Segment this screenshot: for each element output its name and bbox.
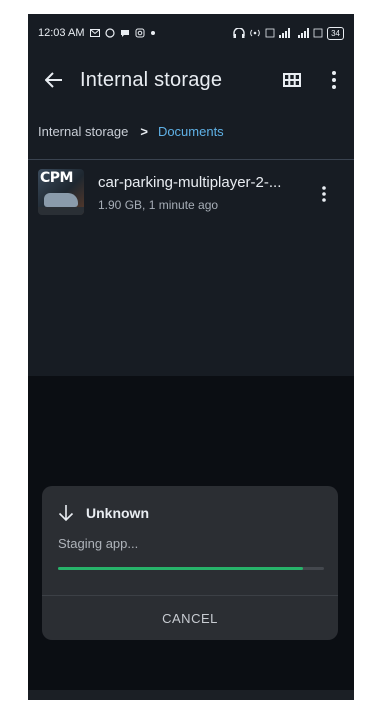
download-arrow-icon [58, 505, 74, 522]
whatsapp-icon [105, 28, 116, 38]
chat-icon [121, 30, 130, 37]
system-icons: 34 [233, 26, 344, 40]
header-divider [28, 159, 354, 160]
file-list-item[interactable]: CPM car-parking-multiplayer-2-... 1.90 G… [28, 166, 354, 222]
dialog-header: Unknown [58, 504, 149, 522]
grid-view-button[interactable] [274, 62, 310, 98]
signal-icon [279, 28, 291, 38]
hotspot-icon [250, 29, 260, 37]
more-options-button[interactable] [320, 62, 348, 98]
volte-icon [265, 28, 275, 38]
file-name: car-parking-multiplayer-2-... [98, 174, 282, 191]
file-thumbnail: CPM [38, 169, 84, 215]
thumbnail-car [44, 193, 78, 207]
headphones-icon [233, 28, 245, 38]
navigation-bar [28, 690, 354, 700]
app-bar: Internal storage [28, 58, 354, 102]
dialog-status: Staging app... [58, 536, 139, 551]
phone-screen: 12:03 AM 34 Internal storage Internal st… [28, 14, 354, 700]
thumbnail-logo-text: CPM [40, 170, 73, 186]
mail-icon [90, 29, 101, 37]
thumbnail-road [38, 207, 84, 215]
file-more-button[interactable] [310, 180, 338, 208]
cancel-button[interactable]: CANCEL [42, 596, 338, 640]
breadcrumb: Internal storage > Documents [38, 124, 224, 139]
more-vert-icon [322, 186, 326, 202]
status-time: 12:03 AM [38, 27, 85, 39]
breadcrumb-separator: > [140, 124, 148, 139]
file-meta: 1.90 GB, 1 minute ago [98, 198, 219, 212]
dialog-title: Unknown [86, 505, 149, 521]
instagram-icon [135, 28, 145, 38]
4g-signal-icon [298, 28, 310, 38]
notification-icons [90, 28, 156, 38]
grid-view-icon [283, 73, 301, 87]
breadcrumb-internal-storage[interactable]: Internal storage [38, 124, 128, 139]
progress-bar [58, 567, 324, 570]
install-dialog: Unknown Staging app... CANCEL [42, 486, 338, 640]
status-bar: 12:03 AM 34 [28, 14, 354, 52]
page-title: Internal storage [80, 68, 223, 91]
progress-fill [58, 567, 303, 570]
breadcrumb-documents[interactable]: Documents [158, 124, 224, 139]
arrow-left-icon [45, 72, 62, 88]
file-browser-panel: 12:03 AM 34 Internal storage Internal st… [28, 14, 354, 376]
more-vert-icon [332, 71, 336, 89]
speed-icon [313, 28, 323, 38]
battery-indicator: 34 [327, 26, 344, 40]
dot-icon [151, 31, 156, 35]
back-button[interactable] [34, 60, 74, 100]
